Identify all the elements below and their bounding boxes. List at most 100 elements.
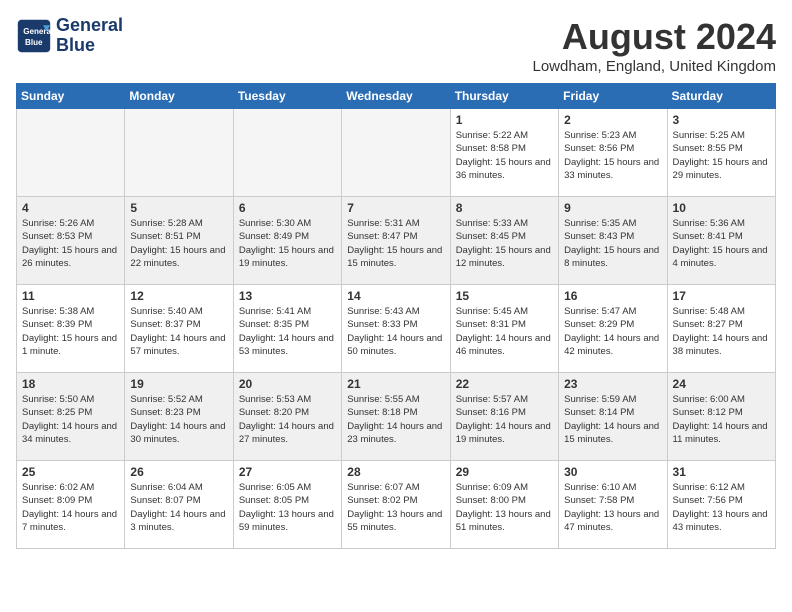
cell-info: Sunrise: 5:26 AM Sunset: 8:53 PM Dayligh… [22, 217, 119, 270]
calendar-cell: 31 Sunrise: 6:12 AM Sunset: 7:56 PM Dayli… [667, 461, 775, 549]
calendar-cell: 6 Sunrise: 5:30 AM Sunset: 8:49 PM Daylig… [233, 197, 341, 285]
cell-info: Sunrise: 5:35 AM Sunset: 8:43 PM Dayligh… [564, 217, 661, 270]
day-number: 25 [22, 465, 119, 479]
cell-info: Sunrise: 5:38 AM Sunset: 8:39 PM Dayligh… [22, 305, 119, 358]
calendar-cell: 11 Sunrise: 5:38 AM Sunset: 8:39 PM Dayli… [17, 285, 125, 373]
cell-info: Sunrise: 5:43 AM Sunset: 8:33 PM Dayligh… [347, 305, 444, 358]
cell-info: Sunrise: 5:31 AM Sunset: 8:47 PM Dayligh… [347, 217, 444, 270]
calendar-cell [125, 109, 233, 197]
day-number: 4 [22, 201, 119, 215]
day-number: 13 [239, 289, 336, 303]
day-number: 22 [456, 377, 553, 391]
day-number: 29 [456, 465, 553, 479]
day-number: 3 [673, 113, 770, 127]
day-number: 11 [22, 289, 119, 303]
page-header: General Blue General Blue August 2024 Lo… [16, 16, 776, 75]
calendar-cell: 3Sunrise: 5:25 AM Sunset: 8:55 PM Daylig… [667, 109, 775, 197]
day-number: 31 [673, 465, 770, 479]
calendar-cell: 2 Sunrise: 5:23 AM Sunset: 8:56 PM Daylig… [559, 109, 667, 197]
title-block: August 2024 Lowdham, England, United Kin… [533, 16, 777, 75]
calendar-cell: 28 Sunrise: 6:07 AM Sunset: 8:02 PM Dayli… [342, 461, 450, 549]
cell-info: Sunrise: 6:12 AM Sunset: 7:56 PM Dayligh… [673, 481, 770, 534]
cell-info: Sunrise: 5:45 AM Sunset: 8:31 PM Dayligh… [456, 305, 553, 358]
cell-info: Sunrise: 5:40 AM Sunset: 8:37 PM Dayligh… [130, 305, 227, 358]
cell-info: Sunrise: 5:33 AM Sunset: 8:45 PM Dayligh… [456, 217, 553, 270]
cell-info: Sunrise: 5:57 AM Sunset: 8:16 PM Dayligh… [456, 393, 553, 446]
cell-info: Sunrise: 6:07 AM Sunset: 8:02 PM Dayligh… [347, 481, 444, 534]
calendar-cell: 13 Sunrise: 5:41 AM Sunset: 8:35 PM Dayli… [233, 285, 341, 373]
day-number: 19 [130, 377, 227, 391]
col-monday: Monday [125, 84, 233, 109]
day-number: 10 [673, 201, 770, 215]
cell-info: Sunrise: 6:04 AM Sunset: 8:07 PM Dayligh… [130, 481, 227, 534]
month-title: August 2024 [533, 16, 777, 58]
day-number: 24 [673, 377, 770, 391]
day-number: 7 [347, 201, 444, 215]
cell-info: Sunrise: 5:52 AM Sunset: 8:23 PM Dayligh… [130, 393, 227, 446]
day-number: 6 [239, 201, 336, 215]
day-number: 12 [130, 289, 227, 303]
svg-text:Blue: Blue [25, 38, 43, 47]
cell-info: Sunrise: 5:55 AM Sunset: 8:18 PM Dayligh… [347, 393, 444, 446]
day-number: 16 [564, 289, 661, 303]
calendar-cell: 16Sunrise: 5:47 AM Sunset: 8:29 PM Dayli… [559, 285, 667, 373]
day-number: 2 [564, 113, 661, 127]
calendar-cell [342, 109, 450, 197]
logo: General Blue General Blue [16, 16, 123, 56]
calendar-cell: 21 Sunrise: 5:55 AM Sunset: 8:18 PM Dayli… [342, 373, 450, 461]
day-number: 17 [673, 289, 770, 303]
cell-info: Sunrise: 6:00 AM Sunset: 8:12 PM Dayligh… [673, 393, 770, 446]
week-row-4: 18 Sunrise: 5:50 AM Sunset: 8:25 PM Dayli… [17, 373, 776, 461]
cell-info: Sunrise: 5:50 AM Sunset: 8:25 PM Dayligh… [22, 393, 119, 446]
col-friday: Friday [559, 84, 667, 109]
cell-info: Sunrise: 5:48 AM Sunset: 8:27 PM Dayligh… [673, 305, 770, 358]
calendar-cell: 9 Sunrise: 5:35 AM Sunset: 8:43 PM Daylig… [559, 197, 667, 285]
calendar-cell: 22 Sunrise: 5:57 AM Sunset: 8:16 PM Dayli… [450, 373, 558, 461]
day-number: 23 [564, 377, 661, 391]
cell-info: Sunrise: 5:23 AM Sunset: 8:56 PM Dayligh… [564, 129, 661, 182]
day-number: 15 [456, 289, 553, 303]
calendar-cell: 18 Sunrise: 5:50 AM Sunset: 8:25 PM Dayli… [17, 373, 125, 461]
col-wednesday: Wednesday [342, 84, 450, 109]
calendar-cell: 17 Sunrise: 5:48 AM Sunset: 8:27 PM Dayli… [667, 285, 775, 373]
calendar-cell: 1Sunrise: 5:22 AM Sunset: 8:58 PM Daylig… [450, 109, 558, 197]
cell-info: Sunrise: 6:02 AM Sunset: 8:09 PM Dayligh… [22, 481, 119, 534]
location: Lowdham, England, United Kingdom [533, 58, 777, 75]
calendar-cell: 10 Sunrise: 5:36 AM Sunset: 8:41 PM Dayli… [667, 197, 775, 285]
cell-info: Sunrise: 5:28 AM Sunset: 8:51 PM Dayligh… [130, 217, 227, 270]
cell-info: Sunrise: 5:30 AM Sunset: 8:49 PM Dayligh… [239, 217, 336, 270]
day-number: 26 [130, 465, 227, 479]
col-sunday: Sunday [17, 84, 125, 109]
logo-icon: General Blue [16, 18, 52, 54]
day-number: 18 [22, 377, 119, 391]
calendar-cell: 29 Sunrise: 6:09 AM Sunset: 8:00 PM Dayli… [450, 461, 558, 549]
week-row-3: 11 Sunrise: 5:38 AM Sunset: 8:39 PM Dayli… [17, 285, 776, 373]
calendar-cell: 8 Sunrise: 5:33 AM Sunset: 8:45 PM Daylig… [450, 197, 558, 285]
day-number: 20 [239, 377, 336, 391]
calendar-cell: 20Sunrise: 5:53 AM Sunset: 8:20 PM Dayli… [233, 373, 341, 461]
week-row-2: 4 Sunrise: 5:26 AM Sunset: 8:53 PM Daylig… [17, 197, 776, 285]
day-number: 21 [347, 377, 444, 391]
day-number: 1 [456, 113, 553, 127]
day-number: 14 [347, 289, 444, 303]
calendar-cell: 27Sunrise: 6:05 AM Sunset: 8:05 PM Dayli… [233, 461, 341, 549]
calendar-cell: 5Sunrise: 5:28 AM Sunset: 8:51 PM Daylig… [125, 197, 233, 285]
logo-text: General Blue [56, 16, 123, 56]
day-number: 8 [456, 201, 553, 215]
day-number: 9 [564, 201, 661, 215]
week-row-1: 1Sunrise: 5:22 AM Sunset: 8:58 PM Daylig… [17, 109, 776, 197]
calendar-cell: 12 Sunrise: 5:40 AM Sunset: 8:37 PM Dayli… [125, 285, 233, 373]
header-row: Sunday Monday Tuesday Wednesday Thursday… [17, 84, 776, 109]
day-number: 27 [239, 465, 336, 479]
day-number: 28 [347, 465, 444, 479]
week-row-5: 25 Sunrise: 6:02 AM Sunset: 8:09 PM Dayli… [17, 461, 776, 549]
cell-info: Sunrise: 5:59 AM Sunset: 8:14 PM Dayligh… [564, 393, 661, 446]
calendar-cell: 23 Sunrise: 5:59 AM Sunset: 8:14 PM Dayli… [559, 373, 667, 461]
cell-info: Sunrise: 5:41 AM Sunset: 8:35 PM Dayligh… [239, 305, 336, 358]
calendar-cell: 25 Sunrise: 6:02 AM Sunset: 8:09 PM Dayli… [17, 461, 125, 549]
cell-info: Sunrise: 6:09 AM Sunset: 8:00 PM Dayligh… [456, 481, 553, 534]
cell-info: Sunrise: 5:36 AM Sunset: 8:41 PM Dayligh… [673, 217, 770, 270]
col-thursday: Thursday [450, 84, 558, 109]
calendar-cell: 7 Sunrise: 5:31 AM Sunset: 8:47 PM Daylig… [342, 197, 450, 285]
calendar-cell: 24 Sunrise: 6:00 AM Sunset: 8:12 PM Dayli… [667, 373, 775, 461]
